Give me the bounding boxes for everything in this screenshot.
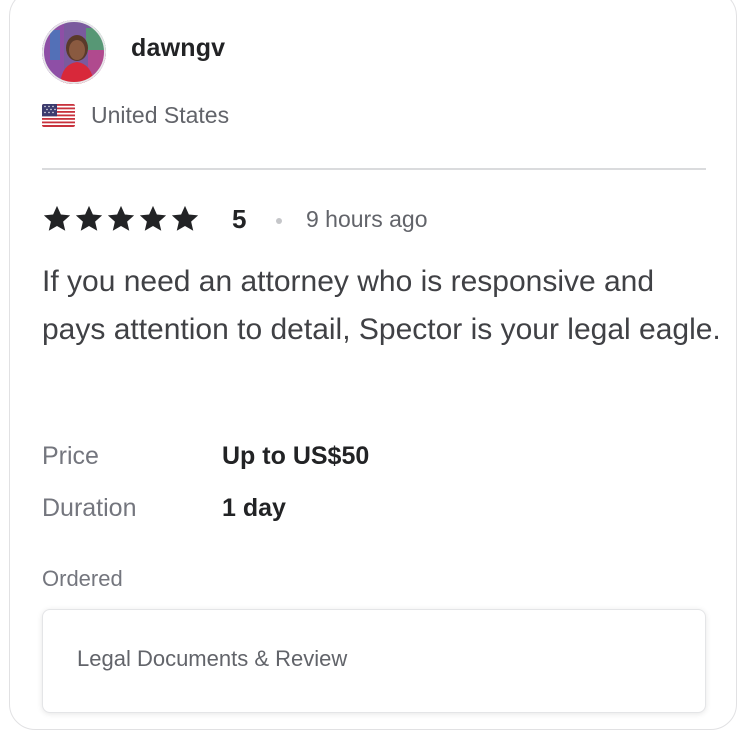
- review-text: If you need an attorney who is responsiv…: [42, 265, 721, 346]
- duration-label: Duration: [42, 494, 137, 522]
- duration-value: 1 day: [222, 494, 286, 522]
- reviewer-username[interactable]: dawngv: [131, 34, 225, 63]
- star-icon: [107, 205, 135, 231]
- rating-value: 5: [232, 204, 247, 234]
- ordered-label: Ordered: [42, 566, 123, 591]
- avatar[interactable]: [42, 20, 106, 84]
- star-rating: [42, 204, 200, 234]
- price-value: Up to US$50: [222, 442, 370, 470]
- divider: [42, 168, 706, 170]
- reviewer-country: United States: [91, 102, 230, 128]
- star-icon: [75, 205, 103, 231]
- avatar-photo: [42, 20, 106, 84]
- ordered-item-title: Legal Documents & Review: [77, 646, 348, 671]
- price-label: Price: [42, 442, 99, 470]
- ordered-item-card[interactable]: Legal Documents & Review: [42, 609, 706, 713]
- star-icon: [171, 205, 199, 231]
- separator-dot: [276, 218, 282, 224]
- star-icon: [43, 205, 71, 231]
- us-flag-icon: [42, 104, 75, 127]
- star-icon: [139, 205, 167, 231]
- review-time: 9 hours ago: [306, 206, 428, 232]
